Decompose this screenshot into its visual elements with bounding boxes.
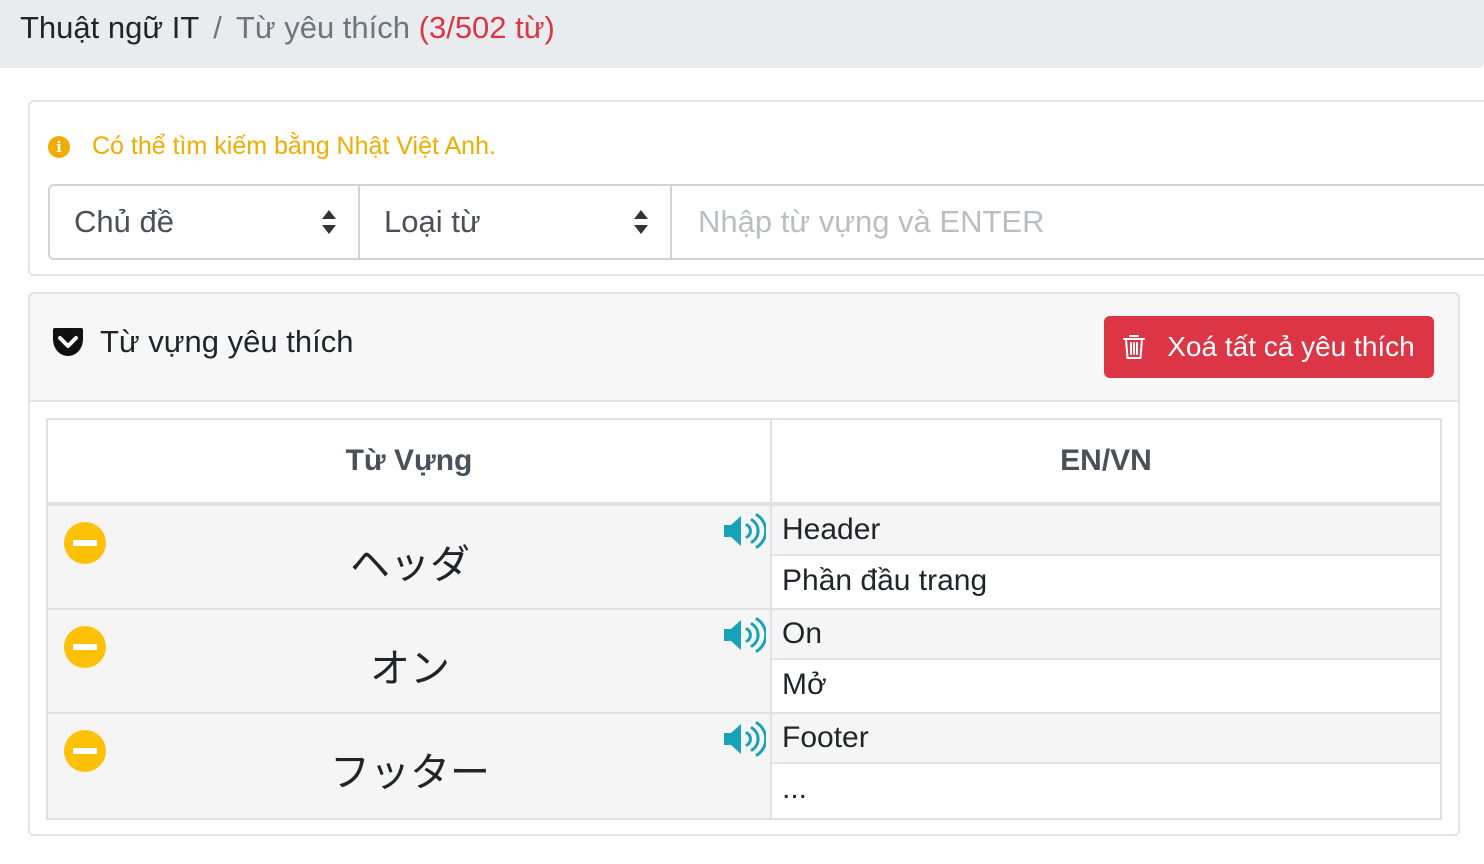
column-header-meaning: EN/VN [1060, 444, 1152, 477]
word-text: オン [370, 646, 450, 692]
meaning-cell: On Mở [772, 610, 1440, 712]
info-icon: i [48, 135, 70, 158]
select-arrows-icon [634, 210, 648, 234]
search-hint: i Có thể tìm kiếm bằng Nhật Việt Anh. [48, 132, 496, 161]
vocab-table: Từ Vựng EN/VN ヘッダ Header Phần đầu trang [46, 418, 1442, 820]
breadcrumb-separator: / [213, 10, 222, 45]
table-row: ヘッダ Header Phần đầu trang [48, 506, 1440, 610]
favorites-card: Từ vựng yêu thích Xoá tất cả yêu thích T… [28, 292, 1460, 836]
meaning-english: Footer [772, 714, 1440, 764]
breadcrumb-bar: Thuật ngữ IT / Từ yêu thích (3/502 từ) [0, 0, 1484, 68]
word-cell: オン [48, 610, 772, 712]
clear-all-favorites-button[interactable]: Xoá tất cả yêu thích [1104, 316, 1434, 378]
meaning-cell: Header Phần đầu trang [772, 506, 1440, 608]
meaning-vietnamese: ... [772, 764, 1440, 814]
pocket-icon [53, 328, 83, 356]
table-row: オン On Mở [48, 610, 1440, 714]
word-type-select-value: Loại từ [384, 204, 481, 239]
column-header-word: Từ Vựng [48, 420, 772, 502]
meaning-english: On [772, 610, 1440, 660]
word-type-select[interactable]: Loại từ [360, 184, 672, 260]
breadcrumb-current: Từ yêu thích [235, 10, 411, 45]
topic-select[interactable]: Chủ đề [48, 184, 360, 260]
breadcrumb: Thuật ngữ IT / Từ yêu thích (3/502 từ) [20, 10, 555, 46]
clear-all-favorites-label: Xoá tất cả yêu thích [1167, 331, 1415, 362]
word-cell: ヘッダ [48, 506, 772, 608]
table-header: Từ Vựng EN/VN [48, 420, 1440, 506]
favorites-header: Từ vựng yêu thích Xoá tất cả yêu thích [30, 294, 1458, 402]
word-text: ヘッダ [350, 542, 470, 588]
word-text: フッター [330, 750, 490, 796]
meaning-english: Header [772, 506, 1440, 556]
search-input[interactable] [672, 184, 1484, 260]
trash-icon [1123, 335, 1146, 359]
speaker-icon[interactable] [722, 512, 766, 550]
meaning-vietnamese: Mở [772, 660, 1440, 710]
search-filters: Chủ đề Loại từ [48, 184, 1484, 260]
search-card: i Có thể tìm kiếm bằng Nhật Việt Anh. Ch… [28, 100, 1484, 276]
favorites-title: Từ vựng yêu thích [52, 324, 353, 360]
topic-select-value: Chủ đề [74, 204, 174, 239]
speaker-icon[interactable] [722, 720, 766, 758]
meaning-vietnamese: Phần đầu trang [772, 556, 1440, 606]
favorite-count: (3/502 từ) [418, 10, 555, 45]
speaker-icon[interactable] [722, 616, 766, 654]
search-hint-text: Có thể tìm kiếm bằng Nhật Việt Anh. [92, 132, 496, 160]
breadcrumb-root-link[interactable]: Thuật ngữ IT [20, 10, 199, 45]
select-arrows-icon [322, 210, 336, 234]
table-row: フッター Footer ... [48, 714, 1440, 818]
word-cell: フッター [48, 714, 772, 818]
meaning-cell: Footer ... [772, 714, 1440, 818]
favorites-title-text: Từ vựng yêu thích [100, 324, 354, 359]
